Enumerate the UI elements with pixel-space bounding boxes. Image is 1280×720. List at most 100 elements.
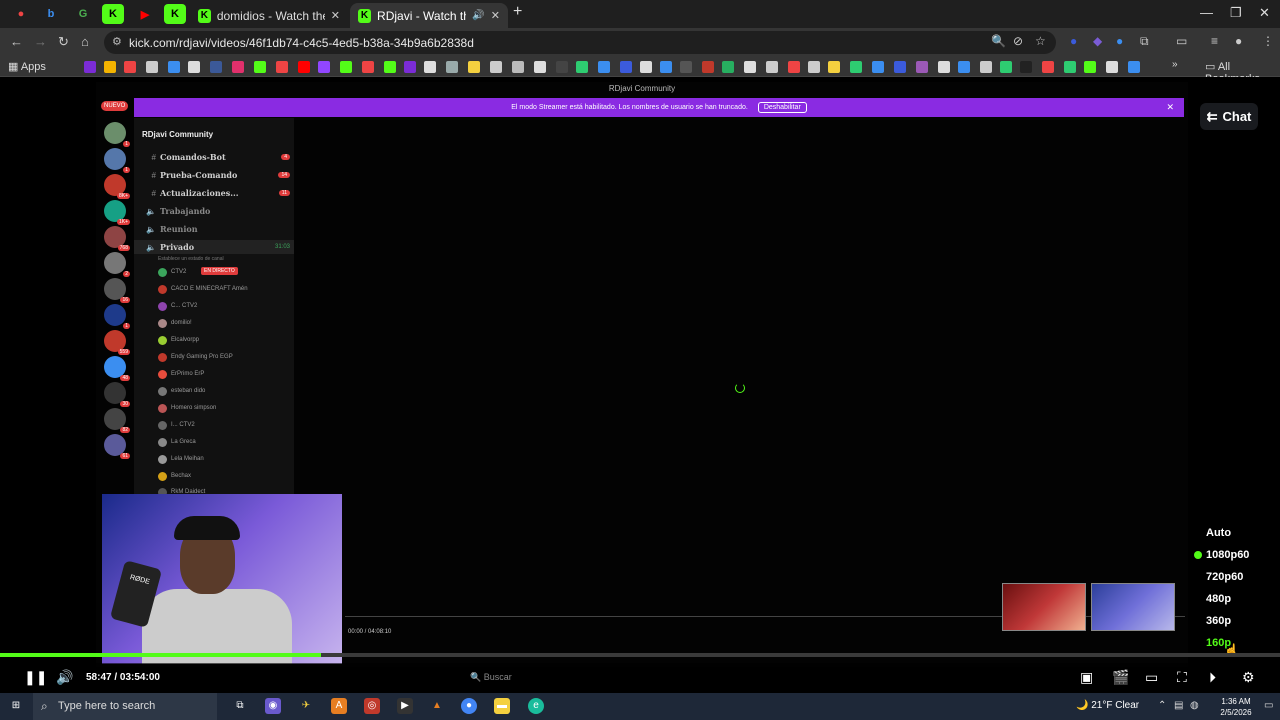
tracking-icon[interactable]: ⊘ (1013, 34, 1023, 48)
minimize-button[interactable]: — (1200, 5, 1213, 20)
back-button[interactable]: ← (10, 34, 23, 49)
bookmark-icon[interactable] (210, 61, 222, 73)
weather-widget[interactable]: 🌙 21°F Clear (1076, 700, 1139, 711)
bookmark-icon[interactable] (362, 61, 374, 73)
bookmark-icon[interactable] (490, 61, 502, 73)
bookmark-icon[interactable] (146, 61, 158, 73)
more-bookmarks-icon[interactable]: » (1172, 59, 1184, 71)
profile-avatar[interactable]: ● (1235, 34, 1242, 48)
bookmark-icon[interactable] (938, 61, 950, 73)
tab-rdjavi[interactable]: K RDjavi - Watch the VOD on 🔊 ✕ (350, 3, 508, 28)
speed-button[interactable]: ⏵ (1209, 669, 1216, 686)
bookmark-icon[interactable] (894, 61, 906, 73)
file-explorer-icon[interactable]: ▬ (494, 698, 510, 714)
edge-icon[interactable]: e (528, 698, 544, 714)
bookmark-icon[interactable] (660, 61, 672, 73)
bookmark-icon[interactable] (84, 61, 96, 73)
restore-button[interactable]: ❐ (1230, 5, 1242, 21)
pinned-tab-1[interactable]: ● (10, 4, 32, 24)
forward-button[interactable]: → (34, 34, 47, 49)
bookmark-star-icon[interactable]: ☆ (1035, 34, 1046, 48)
network-icon[interactable]: ▤ (1174, 700, 1183, 711)
pinned-tab-kick-2[interactable]: K (164, 4, 186, 24)
extension-icon[interactable]: ● (1070, 34, 1077, 48)
home-button[interactable]: ⌂ (81, 34, 89, 49)
bookmark-icon[interactable] (620, 61, 632, 73)
bookmark-icon[interactable] (680, 61, 692, 73)
bookmark-icon[interactable] (404, 61, 416, 73)
seek-bar[interactable] (0, 653, 1280, 657)
taskbar-search[interactable]: ⌕ Type here to search (33, 693, 217, 720)
menu-kebab-icon[interactable]: ⋮ (1262, 34, 1274, 48)
quality-option-360p[interactable]: 360p (1194, 610, 1274, 632)
extension-icon[interactable]: ● (1116, 34, 1123, 48)
chat-toggle-button[interactable]: ⇇ Chat (1200, 103, 1258, 130)
bookmark-icon[interactable] (232, 61, 244, 73)
volume-button[interactable]: 🔊 (56, 669, 73, 686)
bookmark-icon[interactable] (916, 61, 928, 73)
bookmark-icon[interactable] (788, 61, 800, 73)
bookmark-icon[interactable] (168, 61, 180, 73)
taskbar-app[interactable]: ◉ (265, 698, 281, 714)
bookmark-icon[interactable] (468, 61, 480, 73)
bookmark-icon[interactable] (766, 61, 778, 73)
sidebar-icon[interactable]: ▭ (1176, 34, 1187, 48)
fullscreen-button[interactable]: ⛶ (1177, 669, 1187, 686)
bookmark-icon[interactable] (958, 61, 970, 73)
bookmark-icon[interactable] (318, 61, 330, 73)
bookmark-icon[interactable] (1064, 61, 1076, 73)
bookmark-icon[interactable] (1084, 61, 1096, 73)
vlc-icon[interactable]: ▲ (429, 698, 445, 714)
bookmark-icon[interactable] (702, 61, 714, 73)
pinned-tab-kick[interactable]: K (102, 4, 124, 24)
bookmark-icon[interactable] (424, 61, 436, 73)
extension-icon[interactable]: ◆ (1093, 34, 1102, 48)
zoom-icon[interactable]: 🔍 (991, 34, 1006, 48)
windows-start-icon[interactable]: ⊞ (8, 698, 24, 714)
bookmark-icon[interactable] (598, 61, 610, 73)
bookmark-icon[interactable] (1042, 61, 1054, 73)
bookmark-icon[interactable] (872, 61, 884, 73)
clip-button[interactable]: 🎬 (1112, 669, 1129, 686)
wifi-icon[interactable]: ◍ (1190, 700, 1199, 711)
miniplayer-button[interactable]: ▣ (1080, 669, 1093, 686)
bookmark-icon[interactable] (850, 61, 862, 73)
bookmark-icon[interactable] (298, 61, 310, 73)
bookmark-icon[interactable] (1020, 61, 1032, 73)
pinned-tab-google[interactable]: G (72, 4, 94, 24)
pinned-tab-bing[interactable]: b (40, 4, 62, 24)
speaker-icon[interactable]: 🔊 (472, 10, 484, 21)
taskbar-app[interactable]: ✈ (298, 698, 314, 714)
quality-option-auto[interactable]: Auto (1194, 522, 1274, 544)
bookmark-icon[interactable] (722, 61, 734, 73)
bookmark-icon[interactable] (1106, 61, 1118, 73)
taskbar-app[interactable]: ▶ (397, 698, 413, 714)
bookmark-icon[interactable] (534, 61, 546, 73)
quality-option-1080p60[interactable]: 1080p60 (1194, 544, 1274, 566)
site-info-icon[interactable]: ⚙ (112, 35, 122, 48)
tray-chevron-icon[interactable]: ⌃ (1158, 700, 1166, 711)
tab-domidios[interactable]: K domidios - Watch the VOD on ✕ (190, 3, 348, 28)
pause-button[interactable]: ❚❚ (24, 669, 47, 686)
close-tab-icon[interactable]: ✕ (331, 9, 340, 22)
taskbar-app[interactable]: ◎ (364, 698, 380, 714)
reload-button[interactable]: ↻ (58, 34, 69, 50)
bookmark-icon[interactable] (254, 61, 266, 73)
bookmark-icon[interactable] (384, 61, 396, 73)
bookmark-icon[interactable] (640, 61, 652, 73)
pinned-tab-youtube[interactable]: ▶ (134, 4, 156, 24)
bookmark-icon[interactable] (808, 61, 820, 73)
bookmark-icon[interactable] (512, 61, 524, 73)
new-tab-button[interactable]: + (513, 3, 522, 21)
bookmark-icon[interactable] (1128, 61, 1140, 73)
url-bar[interactable]: ⚙ kick.com/rdjavi/videos/46f1db74-c4c5-4… (104, 31, 1056, 54)
bookmark-icon[interactable] (276, 61, 288, 73)
bookmark-icon[interactable] (340, 61, 352, 73)
notification-icon[interactable]: ▭ (1264, 700, 1273, 711)
taskbar-clock[interactable]: 1:36 AM 2/5/2026 (1216, 696, 1256, 718)
bookmark-icon[interactable] (556, 61, 568, 73)
bookmark-icon[interactable] (828, 61, 840, 73)
bookmark-apps[interactable]: ▦ Apps (8, 60, 46, 73)
media-icon[interactable]: ≡ (1211, 34, 1218, 48)
chrome-icon[interactable]: ● (461, 698, 477, 714)
